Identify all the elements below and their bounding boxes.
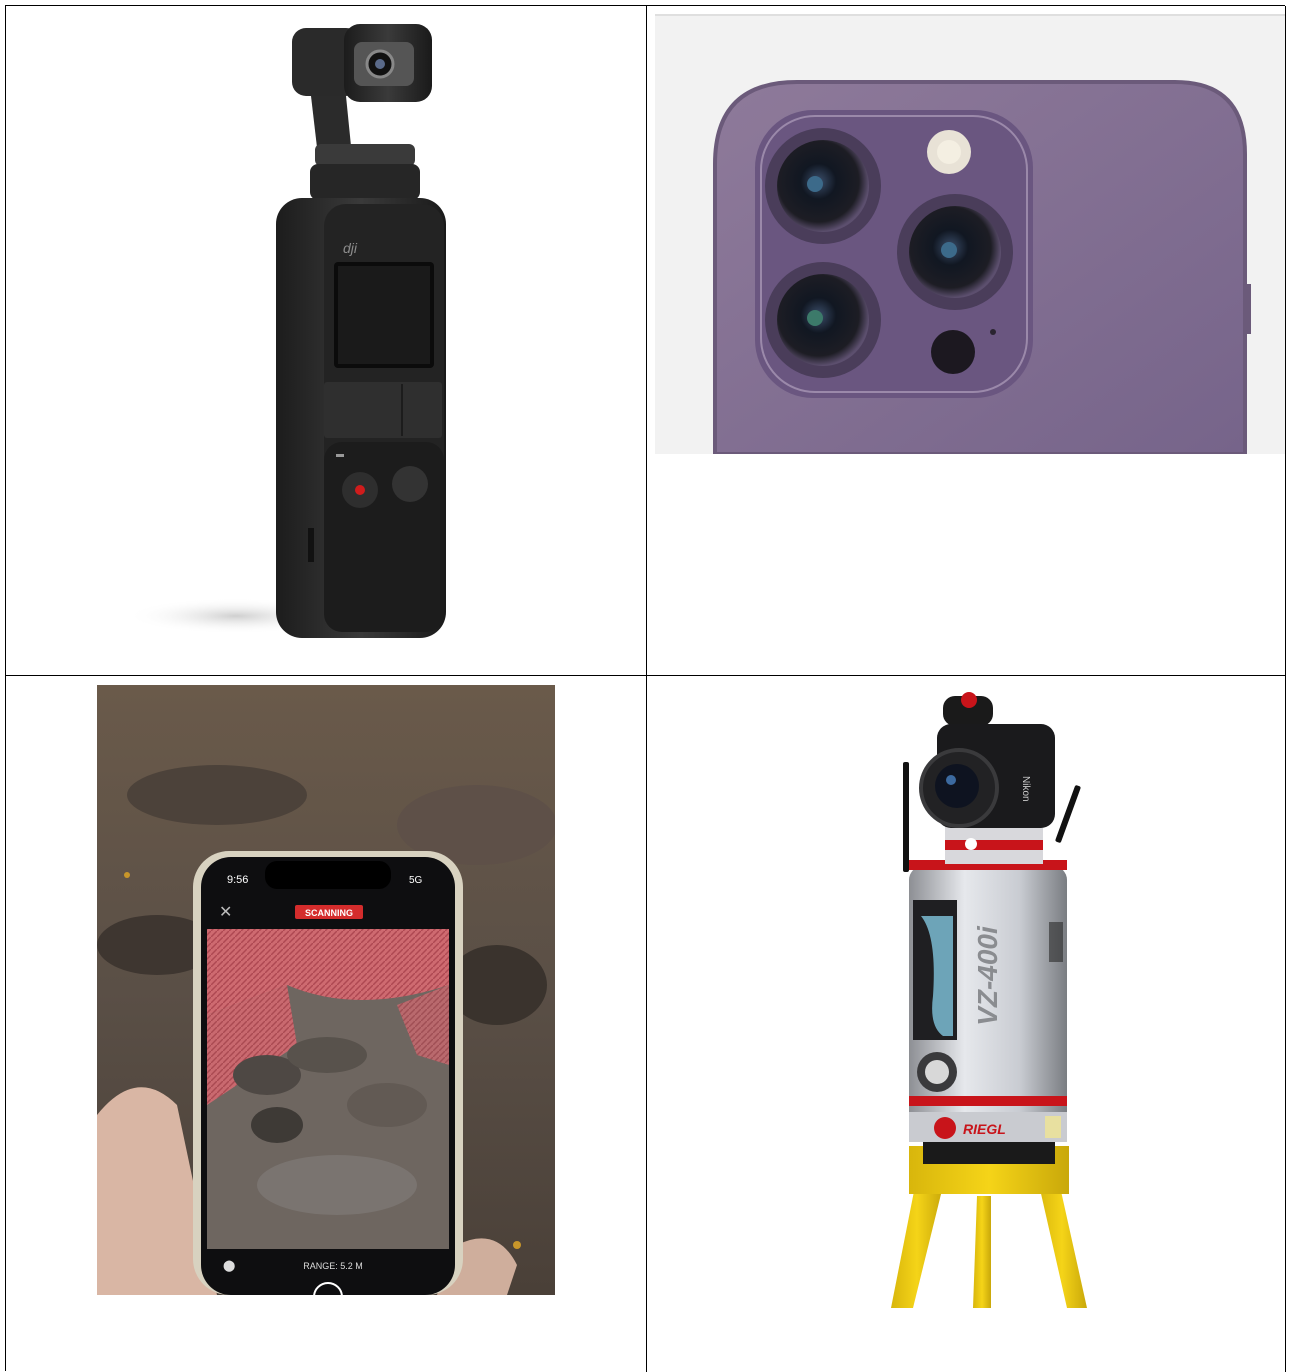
cell-phone-camera-module [647, 6, 1286, 676]
phone-camera-photo [655, 14, 1285, 454]
cell-gimbal-camera: dji [6, 6, 647, 676]
close-icon: ✕ [219, 904, 232, 921]
cell-laser-scanner: VZ-400i RIEGL Nikon [647, 676, 1286, 1372]
scanner-model-text: VZ-400i [972, 925, 1003, 1026]
brand-text: RIEGL [963, 1121, 1006, 1137]
image-grid-table: dji 9:56 5G ✕ SCANNING ⬤ RANGE: 5.2 M VZ… [5, 5, 1286, 1372]
camera-brand-text: Nikon [1020, 776, 1031, 802]
cell-phone-scanning: 9:56 5G ✕ SCANNING ⬤ RANGE: 5.2 M [6, 676, 647, 1372]
gimbal-camera-photo: dji [126, 24, 446, 638]
laser-scanner-photo: VZ-400i RIEGL Nikon [891, 692, 1087, 1308]
status-clock: 9:56 [227, 874, 248, 886]
status-network: 5G [409, 875, 423, 886]
scanning-label: SCANNING [305, 908, 353, 918]
brand-logo-text: dji [343, 240, 358, 256]
range-readout: RANGE: 5.2 M [303, 1261, 363, 1271]
location-icon: ⬤ [223, 1260, 235, 1272]
scanning-photo: 9:56 5G ✕ SCANNING ⬤ RANGE: 5.2 M [97, 685, 555, 1295]
